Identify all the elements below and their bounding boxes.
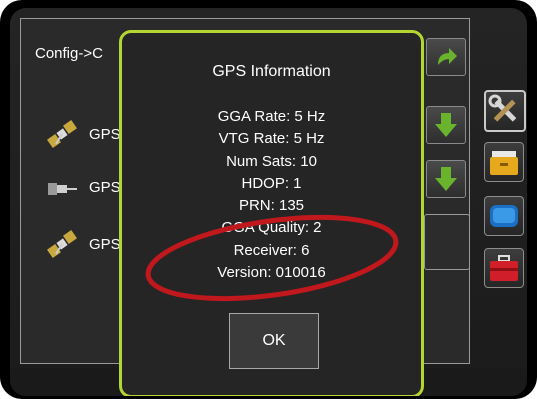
gps-row-label: GPS <box>89 236 121 253</box>
info-receiver: Receiver: 6 <box>233 242 310 259</box>
dialog-title: GPS Information <box>212 63 331 80</box>
page-title: Config->C <box>35 45 103 62</box>
screen: Config->C GPS GPS GPS GPS Information GG… <box>10 8 527 396</box>
blank-button[interactable] <box>424 214 470 270</box>
down-arrow-button-2[interactable] <box>426 160 466 198</box>
info-vtg-rate: VTG Rate: 5 Hz <box>218 130 325 147</box>
satellite-icon <box>47 120 77 148</box>
display-button[interactable] <box>484 196 524 236</box>
down-arrow-icon <box>435 167 457 191</box>
folder-button[interactable] <box>484 142 524 182</box>
info-gga-rate: GGA Rate: 5 Hz <box>217 108 326 125</box>
gps-row-label: GPS <box>89 179 121 196</box>
info-version: Version: 010016 <box>217 264 326 281</box>
return-button[interactable] <box>426 38 466 76</box>
ok-button[interactable]: OK <box>229 313 319 369</box>
down-arrow-button-1[interactable] <box>426 106 466 144</box>
tools-icon <box>488 94 517 122</box>
gps-row-label: GPS <box>89 126 121 143</box>
info-num-sats: Num Sats: 10 <box>226 153 317 170</box>
satellite-icon <box>47 230 77 258</box>
info-gga-quality: GGA Quality: 2 <box>221 219 322 236</box>
toolbox-button[interactable] <box>484 248 524 288</box>
folder-icon <box>490 151 518 175</box>
display-icon <box>490 205 518 227</box>
gps-information-dialog: GPS Information GGA Rate: 5 Hz VTG Rate:… <box>119 30 424 396</box>
tools-button[interactable] <box>484 90 526 132</box>
toolbox-icon <box>490 255 518 281</box>
info-prn: PRN: 135 <box>238 197 305 214</box>
return-arrow-icon <box>438 48 457 65</box>
device-bezel: Config->C GPS GPS GPS GPS Information GG… <box>0 0 537 399</box>
antenna-icon <box>48 183 77 195</box>
down-arrow-icon <box>435 113 457 137</box>
info-hdop: HDOP: 1 <box>241 175 302 192</box>
